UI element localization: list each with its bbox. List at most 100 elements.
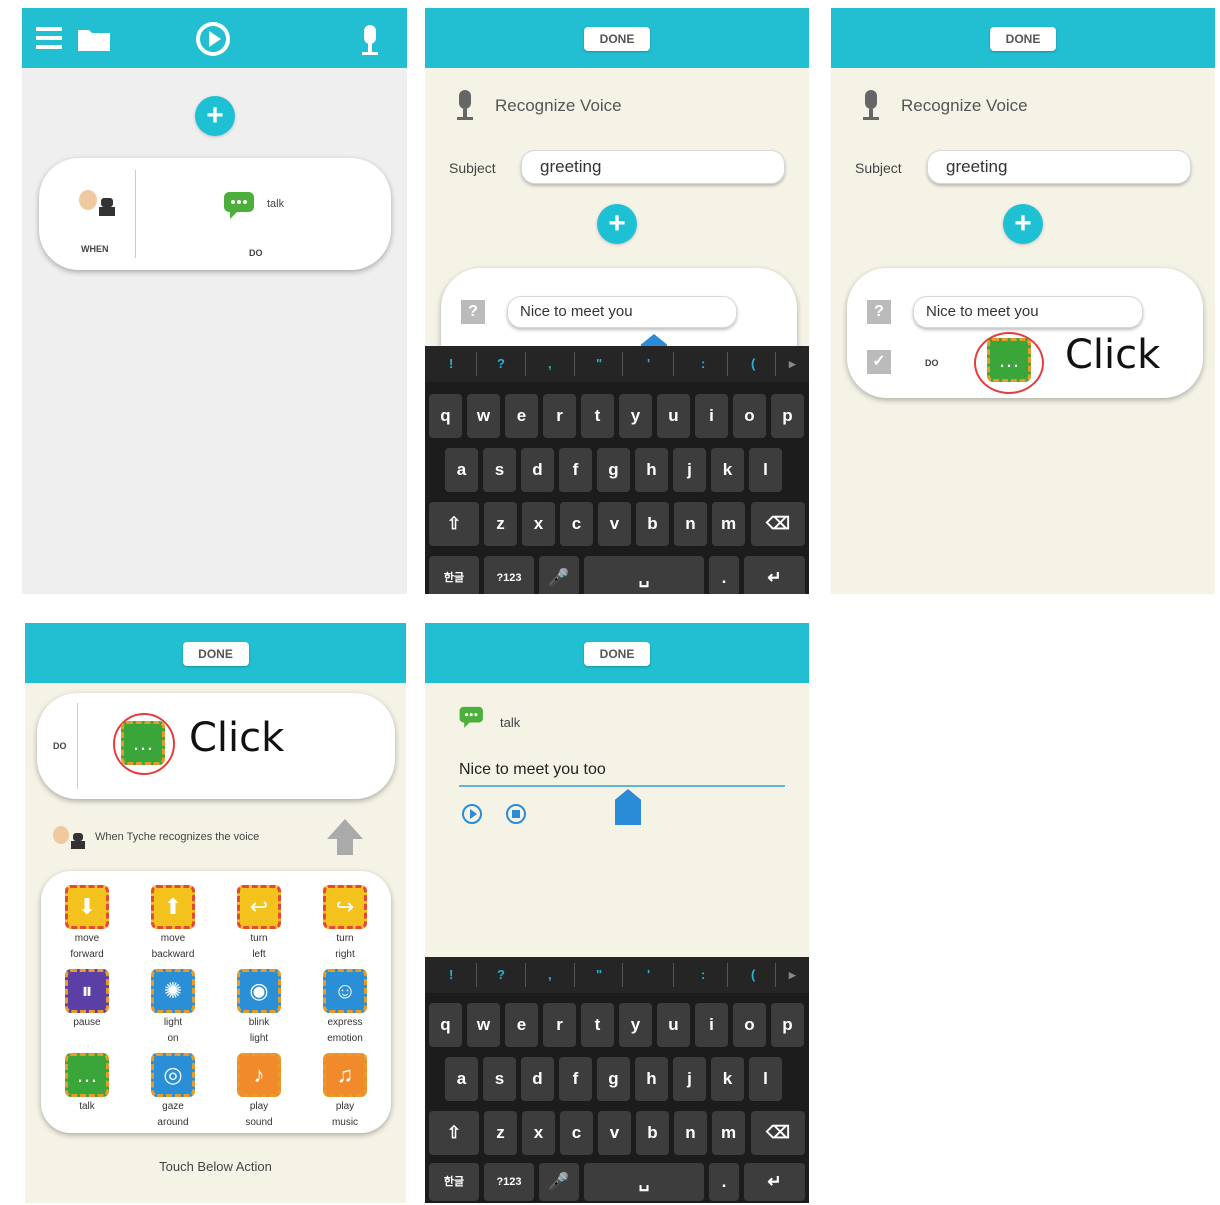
symbol-key[interactable]: ': [647, 967, 650, 982]
action-tile[interactable]: ↩: [237, 885, 281, 929]
shift-key[interactable]: ⇧: [429, 1111, 479, 1155]
play-icon[interactable]: [461, 803, 483, 825]
numbers-key[interactable]: ?123: [484, 1163, 534, 1201]
folder-icon[interactable]: [78, 27, 110, 51]
shift-key[interactable]: ⇧: [429, 502, 479, 546]
period-key[interactable]: .: [709, 556, 739, 594]
key[interactable]: c: [560, 1111, 593, 1155]
menu-icon[interactable]: [36, 26, 62, 50]
space-key[interactable]: ␣: [584, 1163, 704, 1201]
period-key[interactable]: .: [709, 1163, 739, 1201]
key[interactable]: x: [522, 1111, 555, 1155]
key[interactable]: m: [712, 502, 745, 546]
action-tile[interactable]: ☺: [323, 969, 367, 1013]
action-tile[interactable]: ◎: [151, 1053, 195, 1097]
done-button[interactable]: DONE: [584, 642, 650, 666]
action-tile[interactable]: ⬆: [151, 885, 195, 929]
symbol-key[interactable]: :: [701, 967, 705, 982]
space-key[interactable]: ␣: [584, 556, 704, 594]
action-tile[interactable]: ✺: [151, 969, 195, 1013]
play-icon[interactable]: [195, 21, 231, 57]
key[interactable]: n: [674, 502, 707, 546]
numbers-key[interactable]: ?123: [484, 556, 534, 594]
key[interactable]: i: [695, 1003, 728, 1047]
key[interactable]: g: [597, 1057, 630, 1101]
add-response-button[interactable]: +: [597, 204, 637, 244]
action-tile[interactable]: ♪: [237, 1053, 281, 1097]
talk-action-tile[interactable]: …: [121, 721, 165, 765]
enter-key[interactable]: ↵: [744, 1163, 805, 1201]
key[interactable]: i: [695, 394, 728, 438]
done-button[interactable]: DONE: [990, 27, 1056, 51]
key[interactable]: p: [771, 1003, 804, 1047]
symbol-key[interactable]: ?: [497, 967, 505, 982]
talk-text-input[interactable]: Nice to meet you too: [459, 761, 785, 787]
key[interactable]: b: [636, 502, 669, 546]
key[interactable]: l: [749, 448, 782, 492]
subject-input[interactable]: greeting: [927, 150, 1191, 184]
key[interactable]: t: [581, 1003, 614, 1047]
key[interactable]: z: [484, 502, 517, 546]
action-tile[interactable]: …: [65, 1053, 109, 1097]
symbol-key[interactable]: !: [449, 356, 453, 371]
key[interactable]: v: [598, 502, 631, 546]
done-button[interactable]: DONE: [584, 27, 650, 51]
response-text-input[interactable]: Nice to meet you: [913, 296, 1143, 328]
symbol-key[interactable]: :: [701, 356, 705, 371]
key[interactable]: z: [484, 1111, 517, 1155]
rule-card[interactable]: WHEN talk DO: [39, 158, 391, 270]
voice-input-key[interactable]: 🎤: [539, 556, 579, 594]
talk-action-tile[interactable]: …: [987, 338, 1031, 382]
backspace-key[interactable]: ⌫: [751, 1111, 805, 1155]
key[interactable]: s: [483, 448, 516, 492]
language-key[interactable]: 한글: [429, 1163, 479, 1201]
action-tile[interactable]: ↪: [323, 885, 367, 929]
key[interactable]: p: [771, 394, 804, 438]
add-rule-button[interactable]: +: [195, 96, 235, 136]
key[interactable]: y: [619, 1003, 652, 1047]
key[interactable]: j: [673, 1057, 706, 1101]
key[interactable]: n: [674, 1111, 707, 1155]
enter-key[interactable]: ↵: [744, 556, 805, 594]
symbol-key[interactable]: (: [751, 967, 755, 982]
key[interactable]: e: [505, 394, 538, 438]
symbol-key[interactable]: ,: [548, 356, 552, 371]
key[interactable]: a: [445, 448, 478, 492]
key[interactable]: m: [712, 1111, 745, 1155]
key[interactable]: w: [467, 394, 500, 438]
key[interactable]: l: [749, 1057, 782, 1101]
key[interactable]: o: [733, 394, 766, 438]
key[interactable]: q: [429, 394, 462, 438]
text-cursor-handle[interactable]: [615, 789, 641, 825]
key[interactable]: d: [521, 1057, 554, 1101]
key[interactable]: c: [560, 502, 593, 546]
symbol-key[interactable]: !: [449, 967, 453, 982]
key[interactable]: u: [657, 394, 690, 438]
add-response-button[interactable]: +: [1003, 204, 1043, 244]
symbol-key[interactable]: ": [596, 967, 602, 982]
key[interactable]: x: [522, 502, 555, 546]
mic-icon[interactable]: [361, 25, 378, 55]
key[interactable]: g: [597, 448, 630, 492]
key[interactable]: t: [581, 394, 614, 438]
action-tile[interactable]: ⏸: [65, 969, 109, 1013]
key[interactable]: h: [635, 1057, 668, 1101]
subject-input[interactable]: greeting: [521, 150, 785, 184]
stop-icon[interactable]: [505, 803, 527, 825]
symbol-key[interactable]: (: [751, 356, 755, 371]
arrow-up-icon[interactable]: [325, 817, 365, 857]
symbol-key[interactable]: ?: [497, 356, 505, 371]
key[interactable]: r: [543, 394, 576, 438]
key[interactable]: o: [733, 1003, 766, 1047]
more-symbols-key[interactable]: ▸: [789, 967, 796, 983]
key[interactable]: e: [505, 1003, 538, 1047]
key[interactable]: f: [559, 448, 592, 492]
key[interactable]: d: [521, 448, 554, 492]
action-tile[interactable]: ⬇: [65, 885, 109, 929]
key[interactable]: a: [445, 1057, 478, 1101]
key[interactable]: b: [636, 1111, 669, 1155]
more-symbols-key[interactable]: ▸: [789, 356, 796, 372]
symbol-key[interactable]: ,: [548, 967, 552, 982]
key[interactable]: y: [619, 394, 652, 438]
backspace-key[interactable]: ⌫: [751, 502, 805, 546]
